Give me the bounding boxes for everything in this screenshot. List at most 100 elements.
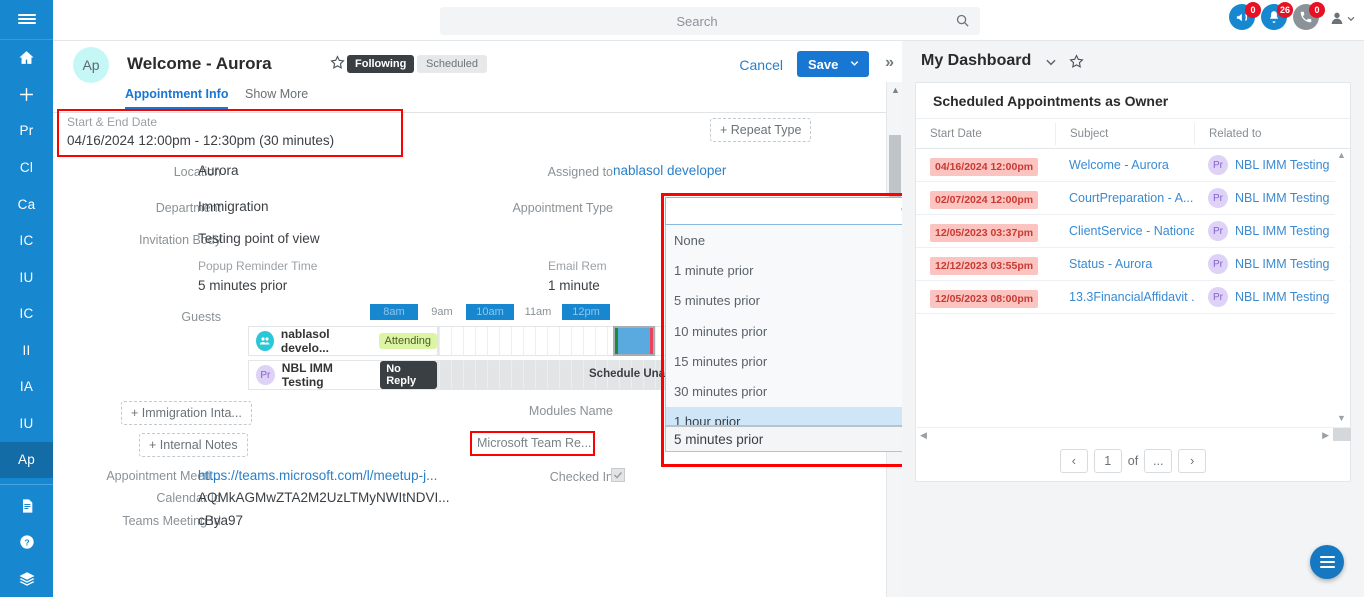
sidebar-item-iu-2[interactable]: IU (0, 405, 53, 442)
announcements-badge: 0 (1245, 2, 1261, 18)
scroll-up-icon[interactable]: ▲ (1337, 150, 1346, 160)
checked-in-checkbox[interactable] (611, 468, 625, 482)
page-number-input[interactable]: 1 (1094, 449, 1122, 473)
related-to-link[interactable]: NBL IMM Testing (1235, 224, 1329, 238)
repeat-type-button[interactable]: + Repeat Type (710, 118, 811, 142)
layers-icon[interactable] (0, 560, 53, 597)
search-icon[interactable] (955, 13, 970, 31)
sidebar-item-ia[interactable]: IA (0, 369, 53, 406)
tab-appointment-info[interactable]: Appointment Info (125, 87, 228, 110)
subject-link[interactable]: ClientService - National (1055, 224, 1194, 238)
table-row[interactable]: 12/12/2023 03:55pm Status - Aurora Pr NB… (916, 248, 1350, 281)
sidebar-item-ii[interactable]: II (0, 332, 53, 369)
table-row[interactable]: 12/05/2023 08:00pm 13.3FinancialAffidavi… (916, 281, 1350, 314)
total-pages[interactable]: ... (1144, 449, 1172, 473)
sidebar-item-ic-2[interactable]: IC (0, 295, 53, 332)
notifications-badge: 26 (1277, 2, 1293, 18)
sidebar-item-pr[interactable]: Pr (0, 113, 53, 150)
dropdown-search-input[interactable] (674, 204, 900, 219)
related-to-cell[interactable]: Pr NBL IMM Testing (1194, 155, 1337, 175)
table-row[interactable]: 12/05/2023 03:37pm ClientService - Natio… (916, 215, 1350, 248)
related-to-link[interactable]: NBL IMM Testing (1235, 257, 1329, 271)
subject-link[interactable]: 13.3FinancialAffidavit ... (1055, 290, 1194, 304)
document-icon[interactable] (0, 487, 53, 524)
chevron-down-icon[interactable] (1044, 55, 1058, 72)
save-button[interactable]: Save (797, 51, 869, 77)
sidebar-item-iu-1[interactable]: IU (0, 259, 53, 296)
following-badge[interactable]: Following (347, 55, 414, 73)
sidebar-item-ap[interactable]: Ap (0, 442, 53, 479)
calendar-id-value[interactable]: AQMkAGMwZTA2M2UzLTMyNWItNDVI... (198, 490, 450, 505)
email-reminder-value[interactable]: 1 minute (548, 278, 600, 293)
immigration-intake-button[interactable]: + Immigration Inta... (121, 401, 252, 425)
scroll-right-icon[interactable]: ▶ (1322, 430, 1329, 441)
scrollbar-thumb[interactable] (1333, 428, 1351, 441)
related-to-cell[interactable]: Pr NBL IMM Testing (1194, 254, 1337, 274)
chevron-down-icon[interactable] (849, 57, 869, 72)
help-icon[interactable]: ? (0, 524, 53, 561)
subject-link[interactable]: Status - Aurora (1055, 257, 1194, 271)
sidebar-item-cl[interactable]: Cl (0, 149, 53, 186)
guest-timeline-row (438, 326, 673, 356)
plus-icon[interactable] (0, 76, 53, 113)
star-icon[interactable] (1069, 54, 1084, 72)
related-to-cell[interactable]: Pr NBL IMM Testing (1194, 188, 1337, 208)
internal-notes-button[interactable]: + Internal Notes (139, 433, 248, 457)
subject-link[interactable]: Welcome - Aurora (1055, 158, 1194, 172)
guest-name: nablasol develo... (281, 327, 371, 355)
prev-page-button[interactable]: ‹ (1060, 449, 1088, 473)
location-value[interactable]: Aurora (198, 163, 239, 178)
notifications-button[interactable]: 26 (1261, 4, 1291, 34)
table-row[interactable]: 02/07/2024 12:00pm CourtPreparation - A.… (916, 182, 1350, 215)
department-value[interactable]: Immigration (198, 199, 269, 214)
dropdown-option[interactable]: 5 minutes prior (666, 286, 902, 316)
search-input[interactable] (440, 7, 980, 35)
related-to-link[interactable]: NBL IMM Testing (1235, 158, 1329, 172)
dropdown-option[interactable]: 10 minutes prior (666, 316, 902, 346)
sidebar-item-ic-1[interactable]: IC (0, 222, 53, 259)
related-to-link[interactable]: NBL IMM Testing (1235, 191, 1329, 205)
sidebar-item-ca[interactable]: Ca (0, 186, 53, 223)
start-end-date-value[interactable]: 04/16/2024 12:00pm - 12:30pm (30 minutes… (67, 133, 334, 148)
search-icon[interactable] (900, 203, 902, 220)
cancel-button[interactable]: Cancel (739, 57, 783, 73)
assigned-to-value[interactable]: nablasol developer (613, 163, 726, 178)
dropdown-option[interactable]: None (666, 225, 902, 255)
guest-row[interactable]: Pr NBL IMM Testing No Reply (248, 360, 438, 390)
meeting-link-value[interactable]: https://teams.microsoft.com/l/meetup-j..… (198, 468, 437, 483)
scroll-left-icon[interactable]: ◀ (920, 430, 927, 441)
popup-reminder-value[interactable]: 5 minutes prior (198, 278, 287, 293)
table-vertical-scrollbar[interactable]: ▲ ▼ (1335, 150, 1349, 423)
related-to-link[interactable]: NBL IMM Testing (1235, 290, 1329, 304)
menu-fab-icon[interactable] (1310, 545, 1344, 579)
sidebar-item-label: IU (20, 270, 34, 285)
dropdown-option[interactable]: 1 minute prior (666, 255, 902, 285)
chevron-down-icon (1346, 12, 1356, 27)
dropdown-option-selected[interactable]: 1 hour prior (666, 407, 902, 426)
user-menu-button[interactable] (1329, 10, 1356, 29)
dropdown-option[interactable]: 15 minutes prior (666, 346, 902, 376)
scroll-down-icon[interactable]: ▼ (1337, 413, 1346, 423)
scroll-up-icon[interactable]: ▲ (891, 85, 900, 95)
tab-show-more[interactable]: Show More (245, 87, 308, 107)
calls-button[interactable]: 0 (1293, 4, 1323, 34)
table-row[interactable]: 04/16/2024 12:00pm Welcome - Aurora Pr N… (916, 149, 1350, 182)
dropdown-selected-value-box[interactable]: 5 minutes prior (665, 426, 902, 452)
subject-link[interactable]: CourtPreparation - A... (1055, 191, 1194, 205)
modules-name-value[interactable]: Microsoft Team Re... (477, 436, 591, 450)
star-icon[interactable] (330, 55, 345, 73)
dropdown-option[interactable]: 30 minutes prior (666, 376, 902, 406)
announcements-button[interactable]: 0 (1229, 4, 1259, 34)
teams-meeting-id-value[interactable]: cBya97 (198, 513, 243, 528)
guest-row[interactable]: nablasol develo... Attending (248, 326, 438, 356)
timeline-event-block[interactable] (615, 328, 653, 354)
invitation-body-value[interactable]: Testing point of view (198, 231, 320, 246)
related-to-cell[interactable]: Pr NBL IMM Testing (1194, 287, 1337, 307)
related-to-cell[interactable]: Pr NBL IMM Testing (1194, 221, 1337, 241)
home-icon[interactable] (0, 40, 53, 77)
double-chevron-right-icon[interactable]: » (885, 54, 894, 72)
dropdown-option-list[interactable]: None 1 minute prior 5 minutes prior 10 m… (665, 225, 902, 426)
next-page-button[interactable]: › (1178, 449, 1206, 473)
table-horizontal-scrollbar[interactable]: ◀ ▶ (917, 427, 1351, 441)
hamburger-menu-icon[interactable] (0, 0, 53, 40)
